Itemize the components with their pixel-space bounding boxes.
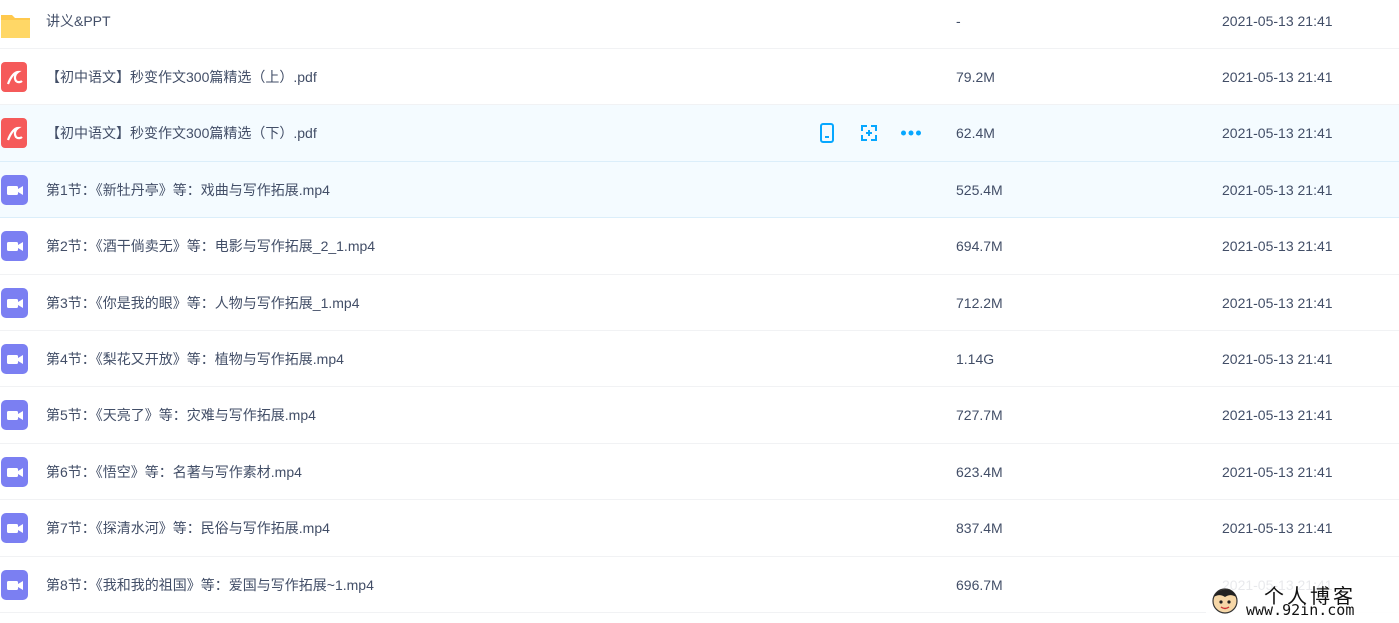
file-name[interactable]: 第6节：《悟空》等：名著与写作素材.mp4: [46, 444, 302, 500]
file-size: 696.7M: [956, 576, 1003, 593]
more-icon[interactable]: [900, 122, 922, 144]
file-size: 1.14G: [956, 350, 995, 367]
video-icon: [0, 174, 31, 206]
file-name[interactable]: 第7节：《探清水河》等：民俗与写作拓展.mp4: [46, 500, 330, 556]
file-size: 694.7M: [956, 238, 1003, 255]
file-row-pdf[interactable]: 【初中语文】秒变作文300篇精选（上）.pdf 79.2M 2021-05-13…: [0, 49, 1399, 106]
file-row-video[interactable]: 第6节：《悟空》等：名著与写作素材.mp4 623.4M 2021-05-13 …: [0, 444, 1399, 501]
file-row-video[interactable]: 第5节：《天亮了》等：灾难与写作拓展.mp4 727.7M 2021-05-13…: [0, 387, 1399, 444]
video-icon: [0, 343, 31, 375]
file-name[interactable]: 【初中语文】秒变作文300篇精选（上）.pdf: [46, 49, 317, 105]
file-row-video[interactable]: 第3节：《你是我的眼》等：人物与写作拓展_1.mp4 712.2M 2021-0…: [0, 275, 1399, 331]
video-icon: [0, 456, 31, 488]
file-size: 62.4M: [956, 125, 995, 142]
file-size: 712.2M: [956, 294, 1003, 311]
file-size: 79.2M: [956, 69, 995, 85]
file-size: -: [956, 13, 961, 29]
share-link-icon[interactable]: [858, 122, 880, 144]
file-date: 2021-05-13 21:41: [1222, 294, 1333, 311]
file-size: 623.4M: [956, 463, 1003, 480]
file-row-video[interactable]: 第4节：《梨花又开放》等：植物与写作拓展.mp4 1.14G 2021-05-1…: [0, 331, 1399, 388]
file-row-video[interactable]: 第1节：《新牡丹亭》等：戏曲与写作拓展.mp4 525.4M 2021-05-1…: [0, 161, 1399, 219]
file-date: 2021-05-13 21:41: [1222, 13, 1333, 29]
file-date: 2021-05-13 21:41: [1222, 407, 1333, 424]
file-size: 525.4M: [956, 181, 1003, 198]
file-date: 2021-05-13 21:41: [1222, 69, 1333, 85]
video-icon: [0, 287, 31, 319]
file-row-video[interactable]: 第2节：《酒干倘卖无》等：电影与写作拓展_2_1.mp4 694.7M 2021…: [0, 218, 1399, 275]
pdf-icon: [0, 117, 31, 149]
file-size: 727.7M: [956, 407, 1003, 424]
file-date: 2021-05-13 21:41: [1222, 181, 1333, 198]
file-name[interactable]: 第1节：《新牡丹亭》等：戏曲与写作拓展.mp4: [46, 162, 330, 218]
file-date: 2021-05-13 21:41: [1222, 463, 1333, 480]
file-row-pdf-hovered[interactable]: 【初中语文】秒变作文300篇精选（下）.pdf 62.4M 2021-05-13…: [0, 105, 1399, 162]
phone-icon[interactable]: [816, 122, 838, 144]
file-name[interactable]: 第8节：《我和我的祖国》等：爱国与写作拓展~1.mp4: [46, 557, 374, 613]
file-name[interactable]: 第4节：《梨花又开放》等：植物与写作拓展.mp4: [46, 331, 344, 387]
video-icon: [0, 569, 31, 601]
file-list: 讲义&PPT - 2021-05-13 21:41 【初中语文】秒变作文300篇…: [0, 0, 1399, 613]
file-name[interactable]: 第5节：《天亮了》等：灾难与写作拓展.mp4: [46, 387, 316, 443]
file-date: 2021-05-13 21:41: [1222, 238, 1333, 255]
file-date: 2021-05-13 21:41: [1222, 125, 1333, 142]
file-name[interactable]: 第2节：《酒干倘卖无》等：电影与写作拓展_2_1.mp4: [46, 218, 375, 274]
pdf-icon: [0, 61, 31, 93]
video-icon: [0, 399, 31, 431]
file-size: 837.4M: [956, 520, 1003, 537]
folder-icon: [0, 9, 31, 41]
file-name[interactable]: 第3节：《你是我的眼》等：人物与写作拓展_1.mp4: [46, 275, 359, 331]
video-icon: [0, 512, 31, 544]
file-row-video[interactable]: 第7节：《探清水河》等：民俗与写作拓展.mp4 837.4M 2021-05-1…: [0, 500, 1399, 557]
file-row-video[interactable]: 第8节：《我和我的祖国》等：爱国与写作拓展~1.mp4 696.7M 2021-…: [0, 557, 1399, 613]
row-actions: [816, 122, 922, 144]
file-row-folder[interactable]: 讲义&PPT - 2021-05-13 21:41: [0, 0, 1399, 49]
video-icon: [0, 230, 31, 262]
file-name[interactable]: 讲义&PPT: [46, 0, 111, 42]
file-date: 2021-05-13 21:41: [1222, 520, 1333, 537]
cartoon-face-icon: [1210, 584, 1240, 616]
watermark: 个人博客 www.92in.com: [1206, 578, 1399, 623]
watermark-url: www.92in.com: [1246, 601, 1355, 619]
file-name[interactable]: 【初中语文】秒变作文300篇精选（下）.pdf: [46, 105, 317, 161]
file-date: 2021-05-13 21:41: [1222, 350, 1333, 367]
